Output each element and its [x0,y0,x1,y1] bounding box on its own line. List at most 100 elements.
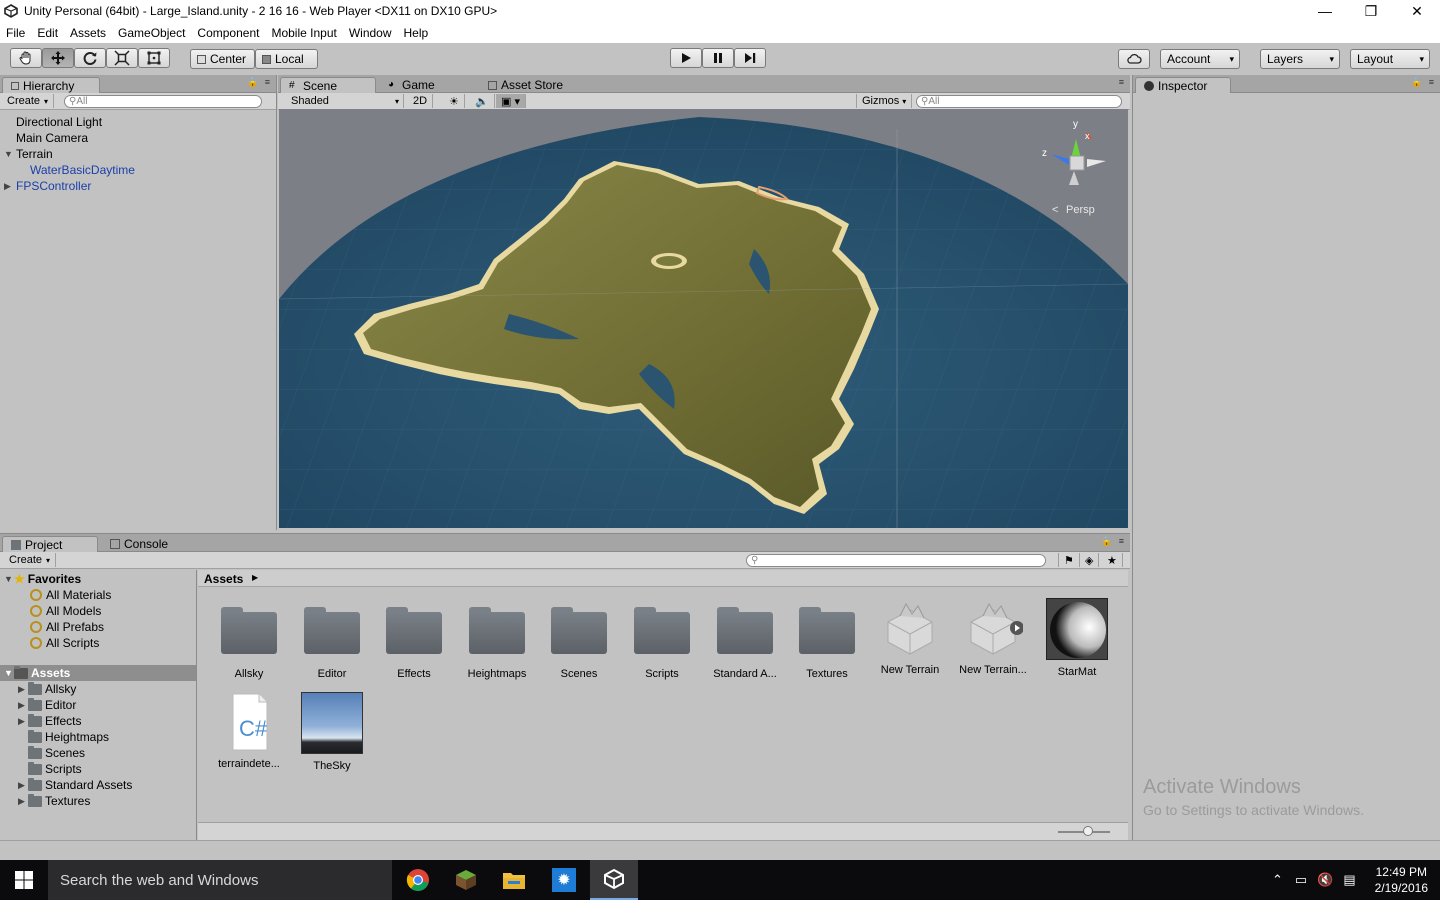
scale-tool-button[interactable] [106,48,138,68]
close-button[interactable]: ✕ [1394,0,1440,22]
network-icon[interactable]: ▭ [1295,872,1307,888]
gizmo-center-cube[interactable] [1069,155,1085,171]
collapse-arrow-icon[interactable]: ▶ [18,684,25,695]
start-button[interactable] [0,860,48,900]
tree-folder-allsky[interactable]: Allsky [28,681,76,696]
pivot-local-toggle[interactable]: Local [255,49,318,69]
step-button[interactable] [734,48,766,68]
taskbar-unity[interactable] [590,860,638,900]
notifications-icon[interactable]: ▤ [1343,872,1355,888]
hierarchy-create-button[interactable]: Create ▾ [2,94,55,108]
hierarchy-item-fpscontroller[interactable]: FPSController [16,179,91,193]
favorite-all-models[interactable]: All Models [30,604,101,618]
collapse-arrow-icon[interactable]: ▶ [18,796,25,807]
shading-mode-dropdown[interactable]: Shaded ▾ [286,94,404,108]
tree-folder-editor[interactable]: Editor [28,697,76,712]
hierarchy-item-water[interactable]: WaterBasicDaytime [30,163,135,177]
asset-folder-heightmaps[interactable]: Heightmaps [457,602,537,680]
asset-thesky[interactable]: TheSky [292,692,372,772]
lighting-toggle[interactable]: ☀ [444,94,465,108]
chevron-up-icon[interactable]: ⌃ [1272,872,1283,888]
favorites-node[interactable]: ★ Favorites [14,572,81,586]
taskbar-file-explorer[interactable] [490,860,538,900]
panel-lock-icon[interactable]: 🔒 ≡ [1101,536,1126,547]
hierarchy-item-terrain[interactable]: Terrain [16,147,53,161]
collapse-arrow-icon[interactable]: ▶ [18,716,25,727]
menu-gameobject[interactable]: GameObject [112,26,191,40]
expand-arrow-icon[interactable]: ▼ [4,149,13,159]
asset-folder-textures[interactable]: Textures [787,602,867,680]
panel-lock-icon[interactable]: 🔒 ≡ [247,77,272,88]
menu-component[interactable]: Component [191,26,265,40]
menu-assets[interactable]: Assets [64,26,112,40]
gizmos-dropdown[interactable]: Gizmos ▾ [856,94,913,108]
menu-help[interactable]: Help [398,26,435,40]
menu-file[interactable]: File [0,26,31,40]
toggle-2d-button[interactable]: 2D [408,94,434,108]
filter-type-button[interactable]: ⚑ [1058,553,1080,567]
expand-arrow-icon[interactable]: ▼ [4,574,13,584]
taskbar-chrome[interactable] [394,860,442,900]
collapse-arrow-icon[interactable]: ▶ [4,181,11,192]
taskbar-clock[interactable]: 12:49 PM 2/19/2016 [1375,864,1428,896]
favorite-button[interactable]: ★ [1102,553,1123,567]
orientation-gizmo[interactable] [1051,132,1106,185]
menu-window[interactable]: Window [343,26,398,40]
gizmo-x-cone[interactable] [1087,159,1106,167]
favorite-all-materials[interactable]: All Materials [30,588,111,602]
tab-inspector[interactable]: Inspector [1135,77,1231,93]
tree-folder-scripts[interactable]: Scripts [28,761,82,776]
asset-folder-editor[interactable]: Editor [292,602,372,680]
maximize-button[interactable]: ❐ [1348,0,1394,22]
rect-tool-button[interactable] [138,48,170,68]
asset-new-terrain[interactable]: New Terrain [870,598,950,676]
rotate-tool-button[interactable] [74,48,106,68]
asset-new-terrain-2[interactable]: New Terrain... [953,598,1033,676]
effects-dropdown[interactable]: ▣ ▾ [496,94,526,108]
panel-menu-icon[interactable]: ≡ [1119,77,1126,87]
menu-edit[interactable]: Edit [31,26,64,40]
tree-folder-heightmaps[interactable]: Heightmaps [28,729,109,744]
tree-folder-standard-assets[interactable]: Standard Assets [28,777,132,792]
tab-scene[interactable]: # Scene [280,77,376,93]
account-dropdown[interactable]: Account [1160,49,1240,69]
scene-search-input[interactable]: ⚲ All [916,95,1122,108]
asset-folder-standard-assets[interactable]: Standard A... [705,602,785,680]
hierarchy-item-main-camera[interactable]: Main Camera [16,131,88,145]
asset-folder-scenes[interactable]: Scenes [539,602,619,680]
projection-label[interactable]: Persp [1066,204,1095,216]
pause-button[interactable] [702,48,734,68]
tree-folder-textures[interactable]: Textures [28,793,90,808]
asset-folder-scripts[interactable]: Scripts [622,602,702,680]
project-create-button[interactable]: Create ▾ [4,553,57,567]
minimize-button[interactable]: — [1302,0,1348,22]
taskbar-minecraft[interactable] [442,860,490,900]
play-button[interactable] [670,48,702,68]
tab-game[interactable]: ◕ Game [380,77,443,93]
audio-toggle[interactable]: 🔈 [470,94,495,108]
asset-starmat[interactable]: StarMat [1037,598,1117,678]
asset-folder-allsky[interactable]: Allsky [209,602,289,680]
filter-label-button[interactable]: ◈ [1080,553,1100,567]
tab-console[interactable]: Console [102,536,176,552]
asset-folder-effects[interactable]: Effects [374,602,454,680]
volume-muted-icon[interactable]: 🔇 [1317,872,1333,888]
favorite-all-prefabs[interactable]: All Prefabs [30,620,104,634]
cloud-button[interactable] [1118,49,1150,69]
hierarchy-search-input[interactable]: ⚲ All [64,95,262,108]
layout-dropdown[interactable]: Layout [1350,49,1430,69]
scene-viewport[interactable]: y x z < Persp [279,109,1128,528]
panel-lock-icon[interactable]: 🔒 ≡ [1411,77,1436,88]
layers-dropdown[interactable]: Layers [1260,49,1340,69]
breadcrumb-assets[interactable]: Assets [204,572,243,586]
tab-project[interactable]: Project [2,536,98,552]
asset-terraindetector-script[interactable]: C# terraindete... [209,692,289,770]
collapse-arrow-icon[interactable]: ▶ [18,700,25,711]
expand-arrow-icon[interactable]: ▼ [4,668,13,678]
hand-tool-button[interactable] [10,48,42,68]
menu-mobile-input[interactable]: Mobile Input [265,26,342,40]
taskbar-app-blue[interactable]: ✹ [540,860,588,900]
assets-node[interactable]: Assets [14,665,70,680]
pivot-center-toggle[interactable]: Center [190,49,255,69]
tree-folder-effects[interactable]: Effects [28,713,81,728]
